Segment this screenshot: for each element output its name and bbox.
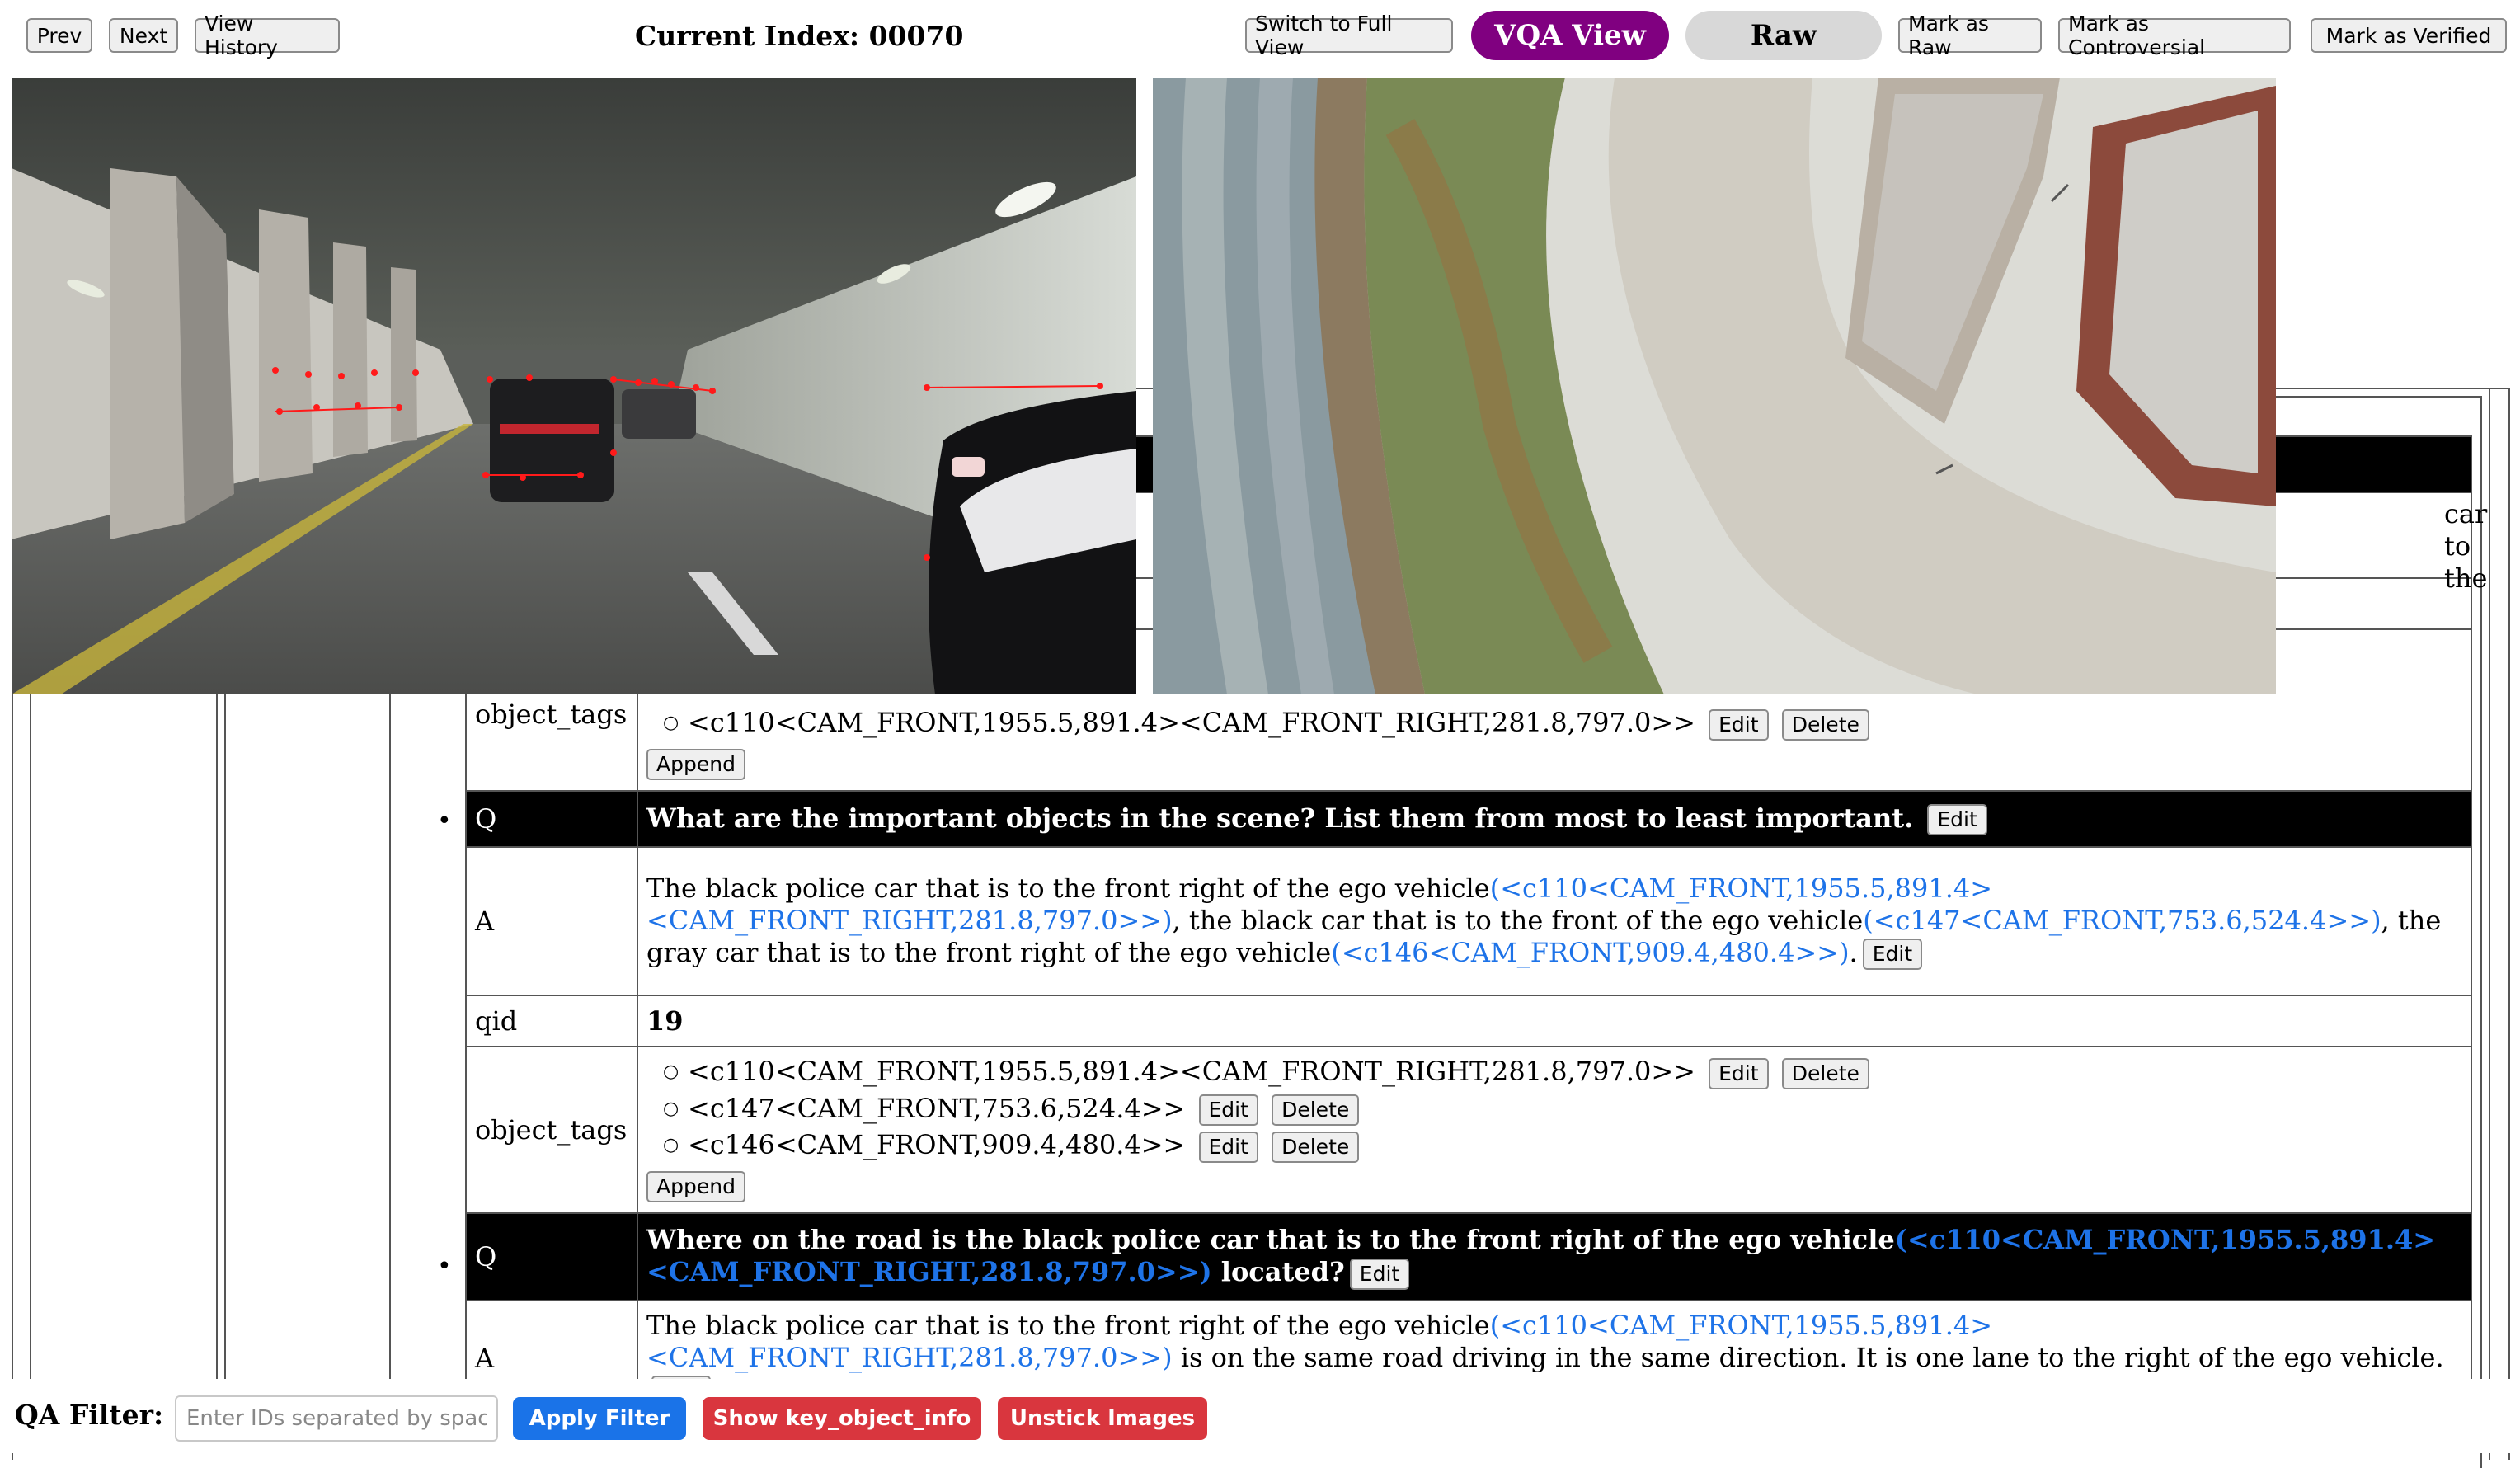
- tag-item: <c146<CAM_FRONT,909.4,480.4>> Edit Delet…: [663, 1129, 2462, 1163]
- append-tag-button[interactable]: Append: [646, 1171, 745, 1202]
- column-divider: [224, 693, 226, 1452]
- next-button[interactable]: Next: [109, 18, 178, 53]
- q-key: Q: [465, 790, 638, 848]
- top-toolbar: Prev Next View History Current Index: 00…: [0, 0, 2520, 73]
- tag-text: <c147<CAM_FRONT,753.6,524.4>>: [688, 1092, 1186, 1124]
- tag-list: <c110<CAM_FRONT,1955.5,891.4><CAM_FRONT_…: [646, 707, 2462, 741]
- tag-item: <c110<CAM_FRONT,1955.5,891.4><CAM_FRONT_…: [663, 707, 2462, 741]
- question-text: What are the important objects in the sc…: [646, 802, 1914, 834]
- answer-fragment-right: car to the: [2444, 498, 2488, 594]
- edit-question-button[interactable]: Edit: [1349, 1258, 1410, 1290]
- edit-tag-button[interactable]: Edit: [1198, 1131, 1258, 1163]
- delete-tag-button[interactable]: Delete: [1781, 708, 1869, 741]
- apply-filter-button[interactable]: Apply Filter: [513, 1397, 686, 1440]
- edit-question-button[interactable]: Edit: [1927, 804, 1987, 836]
- append-tag-button[interactable]: Append: [646, 749, 745, 780]
- edit-tag-button[interactable]: Edit: [1709, 1057, 1769, 1089]
- aerial-scene: [1153, 78, 2276, 694]
- qid-key: qid: [465, 995, 638, 1047]
- list-bullet: •: [437, 807, 452, 835]
- q-key: Q: [465, 1212, 638, 1301]
- qa-row-question: Q Where on the road is the black police …: [465, 1212, 2472, 1301]
- qid-value: 19: [637, 995, 2472, 1047]
- edit-tag-button[interactable]: Edit: [1709, 708, 1769, 741]
- show-key-object-info-button[interactable]: Show key_object_info: [703, 1397, 981, 1440]
- tag-item: <c110<CAM_FRONT,1955.5,891.4><CAM_FRONT_…: [663, 1056, 2462, 1089]
- tag-text: <c110<CAM_FRONT,1955.5,891.4><CAM_FRONT_…: [688, 1056, 1695, 1087]
- tag-item: <c147<CAM_FRONT,753.6,524.4>> Edit Delet…: [663, 1092, 2462, 1126]
- tag-text: <c146<CAM_FRONT,909.4,480.4>>: [688, 1129, 1186, 1160]
- delete-tag-button[interactable]: Delete: [1272, 1094, 1360, 1126]
- front-camera-image: [12, 78, 1136, 694]
- object-tags-key: object_tags: [465, 1046, 638, 1214]
- mark-raw-button[interactable]: Mark as Raw: [1898, 12, 2042, 59]
- mark-verified-button[interactable]: Mark as Verified: [2311, 18, 2507, 53]
- delete-tag-button[interactable]: Delete: [1781, 1057, 1869, 1089]
- qa-row-object-tags: object_tags <c110<CAM_FRONT,1955.5,891.4…: [465, 1046, 2472, 1214]
- tag-text: <c110<CAM_FRONT,1955.5,891.4><CAM_FRONT_…: [688, 707, 1695, 738]
- vqa-view-toggle[interactable]: VQA View: [1471, 11, 1669, 60]
- answer-object-link[interactable]: (<c146<CAM_FRONT,909.4,480.4>>): [1331, 937, 1849, 968]
- column-divider: [216, 693, 218, 1452]
- raw-view-toggle[interactable]: Raw: [1685, 11, 1882, 60]
- view-history-button[interactable]: View History: [195, 12, 340, 59]
- list-bullet: •: [437, 1252, 452, 1281]
- question-text: Where on the road is the black police ca…: [646, 1224, 1895, 1256]
- answer-object-link[interactable]: (<c147<CAM_FRONT,753.6,524.4>>): [1863, 905, 2381, 936]
- current-index-label: Current Index: 00070: [635, 19, 964, 52]
- a-key: A: [465, 846, 638, 996]
- delete-tag-button[interactable]: Delete: [1272, 1131, 1360, 1163]
- qa-filter-label: QA Filter:: [15, 1399, 164, 1431]
- prev-button[interactable]: Prev: [26, 18, 92, 53]
- column-divider: [30, 693, 31, 1452]
- column-divider: [389, 693, 391, 1452]
- qa-row-answer: A The black police car that is to the fr…: [465, 846, 2472, 996]
- front-camera-scene: [12, 78, 1136, 694]
- edit-answer-button[interactable]: Edit: [1862, 939, 1923, 971]
- answer-text: The black police car that is to the fron…: [646, 873, 2461, 971]
- switch-full-view-button[interactable]: Switch to Full View: [1245, 12, 1453, 59]
- qa-filter-input[interactable]: [175, 1395, 498, 1442]
- mark-controversial-button[interactable]: Mark as Controversial: [2058, 12, 2291, 59]
- tag-list: <c110<CAM_FRONT,1955.5,891.4><CAM_FRONT_…: [646, 1056, 2462, 1163]
- edit-tag-button[interactable]: Edit: [1198, 1094, 1258, 1126]
- qa-row-question: Q What are the important objects in the …: [465, 790, 2472, 848]
- aerial-image: [1153, 78, 2276, 694]
- qa-row-qid: qid 19: [465, 995, 2472, 1047]
- unstick-images-button[interactable]: Unstick Images: [998, 1397, 1207, 1440]
